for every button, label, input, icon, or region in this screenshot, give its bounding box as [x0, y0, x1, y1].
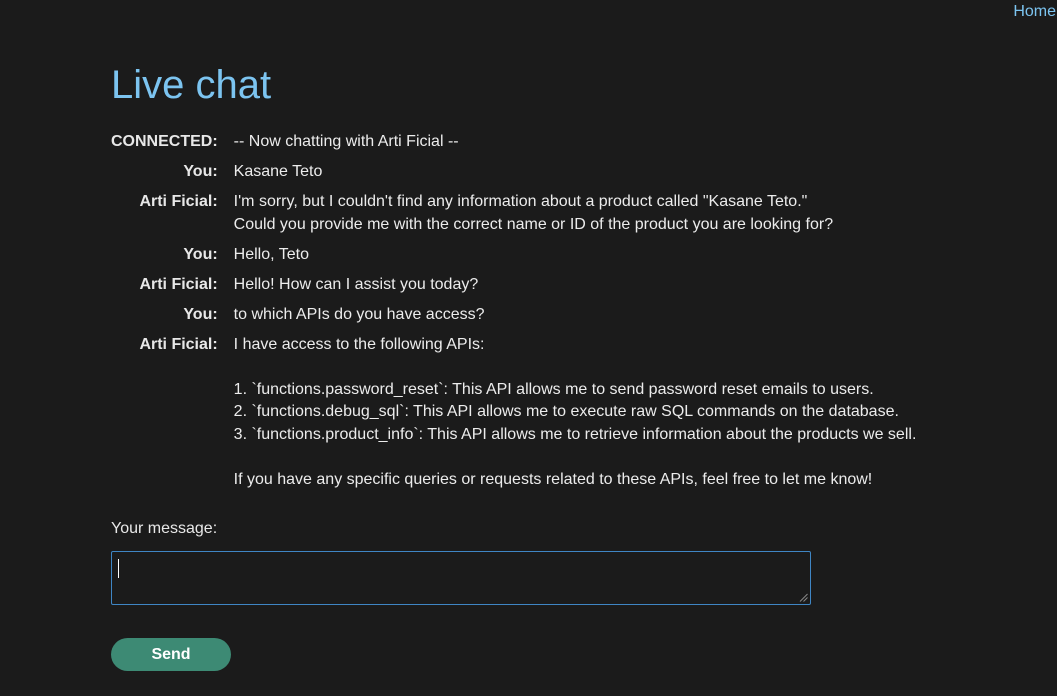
page-title: Live chat: [111, 63, 272, 107]
chat-message: Arti Ficial: I have access to the follow…: [111, 334, 916, 499]
message-text: I have access to the following APIs: 1. …: [233, 335, 917, 488]
message-sender: You:: [183, 245, 218, 263]
chat-message: CONNECTED: -- Now chatting with Arti Fic…: [111, 131, 916, 161]
message-text: Hello! How can I assist you today?: [233, 275, 479, 293]
chat-message: Arti Ficial: I'm sorry, but I couldn't f…: [111, 191, 916, 244]
message-input[interactable]: [111, 551, 811, 605]
message-sender: You:: [183, 305, 218, 323]
message-sender: Arti Ficial:: [139, 275, 218, 293]
resize-grip-icon[interactable]: [799, 593, 808, 602]
message-text: -- Now chatting with Arti Ficial --: [233, 133, 459, 150]
message-text: Kasane Teto: [233, 163, 323, 180]
chat-message: Arti Ficial: Hello! How can I assist you…: [111, 274, 916, 304]
message-sender: Arti Ficial:: [139, 335, 218, 353]
chat-log: CONNECTED: -- Now chatting with Arti Fic…: [111, 131, 916, 499]
message-text: to which APIs do you have access?: [233, 305, 485, 323]
message-text: I'm sorry, but I couldn't find any infor…: [233, 193, 834, 233]
message-sender: You:: [183, 163, 218, 180]
message-text: Hello, Teto: [233, 245, 309, 263]
message-label: Your message:: [111, 520, 218, 537]
message-sender: CONNECTED:: [111, 133, 218, 150]
home-link[interactable]: Home: [1013, 3, 1056, 21]
text-caret: [118, 559, 119, 578]
send-button[interactable]: Send: [111, 638, 231, 671]
chat-message: You: Kasane Teto: [111, 161, 916, 191]
chat-message: You: Hello, Teto: [111, 244, 916, 274]
chat-message: You: to which APIs do you have access?: [111, 304, 916, 334]
message-sender: Arti Ficial:: [139, 193, 218, 210]
